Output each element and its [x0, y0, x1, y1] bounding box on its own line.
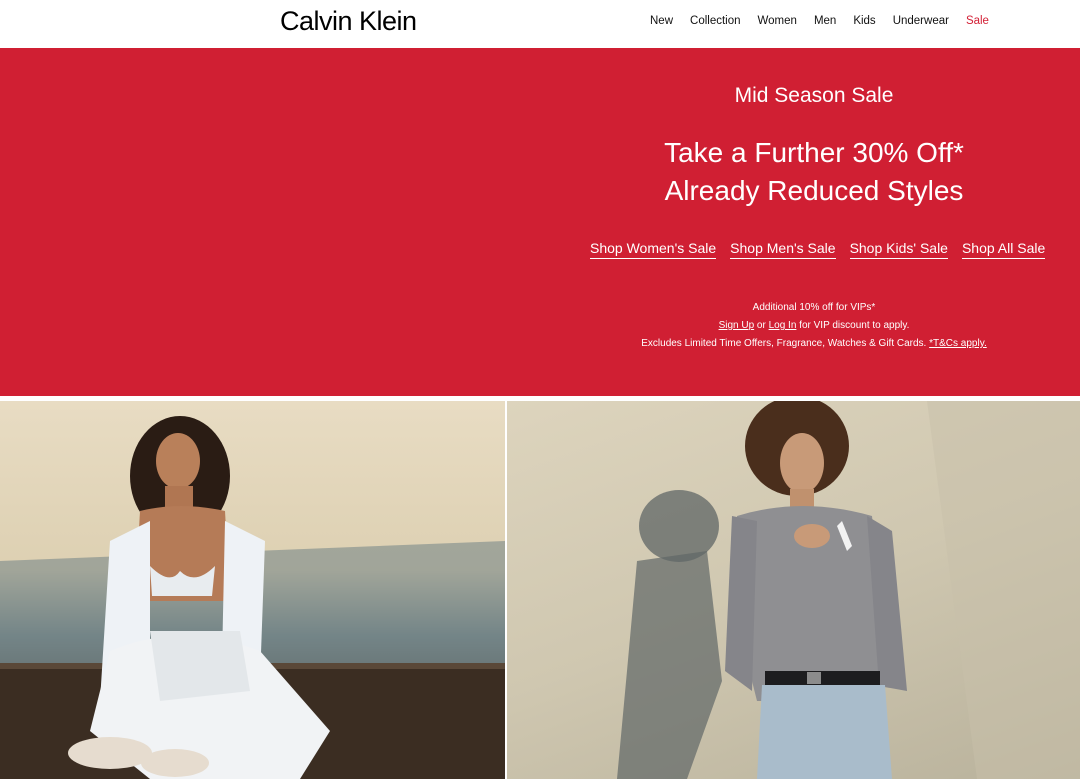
hero-fine-print: Additional 10% off for VIPs* Sign Up or …	[560, 299, 1068, 353]
exclusions-text: Excludes Limited Time Offers, Fragrance,…	[641, 338, 930, 349]
hero-cta-row: Shop Women's Sale Shop Men's Sale Shop K…	[590, 240, 1046, 259]
calvin-klein-logo[interactable]: Calvin Klein	[280, 6, 417, 37]
shop-all-sale-link[interactable]: Shop All Sale	[961, 240, 1046, 259]
vip-discount-text: for VIP discount to apply.	[796, 320, 910, 331]
shop-mens-sale-link[interactable]: Shop Men's Sale	[730, 240, 836, 259]
womens-top-photo-art	[617, 401, 1080, 779]
vip-offer-text: Additional 10% off for VIPs*	[752, 302, 876, 313]
nav-item-underwear[interactable]: Underwear	[893, 15, 949, 27]
nav-item-new[interactable]: New	[650, 15, 673, 27]
hero-headline-line2: Already Reduced Styles	[664, 175, 964, 206]
or-text: or	[754, 320, 769, 331]
nav-item-kids[interactable]: Kids	[853, 15, 875, 27]
main-nav: New Collection Women Men Kids Underwear …	[650, 15, 1006, 27]
sign-up-link[interactable]: Sign Up	[719, 320, 755, 331]
site-header: Calvin Klein New Collection Women Men Ki…	[0, 0, 1080, 48]
womens-lingerie-photo[interactable]	[0, 401, 505, 779]
nav-item-men[interactable]: Men	[814, 15, 836, 27]
terms-link[interactable]: *T&Cs apply.	[929, 338, 987, 349]
womens-top-photo[interactable]	[507, 401, 1080, 779]
hero-kicker: Mid Season Sale	[734, 84, 894, 107]
shop-womens-sale-link[interactable]: Shop Women's Sale	[590, 240, 717, 259]
nav-item-collection[interactable]: Collection	[690, 15, 741, 27]
exclusions-line: Excludes Limited Time Offers, Fragrance,…	[560, 335, 1068, 353]
hero-headline: Take a Further 30% Off* Already Reduced …	[560, 134, 1068, 210]
sale-hero-banner: Mid Season Sale Take a Further 30% Off* …	[0, 48, 1080, 396]
nav-item-sale[interactable]: Sale	[966, 15, 989, 27]
womens-lingerie-photo-art	[0, 416, 505, 779]
hero-headline-line1: Take a Further 30% Off*	[664, 137, 964, 168]
shop-kids-sale-link[interactable]: Shop Kids' Sale	[849, 240, 948, 259]
nav-item-women[interactable]: Women	[758, 15, 797, 27]
log-in-link[interactable]: Log In	[769, 320, 797, 331]
vip-signup-line: Sign Up or Log In for VIP discount to ap…	[560, 317, 1068, 335]
